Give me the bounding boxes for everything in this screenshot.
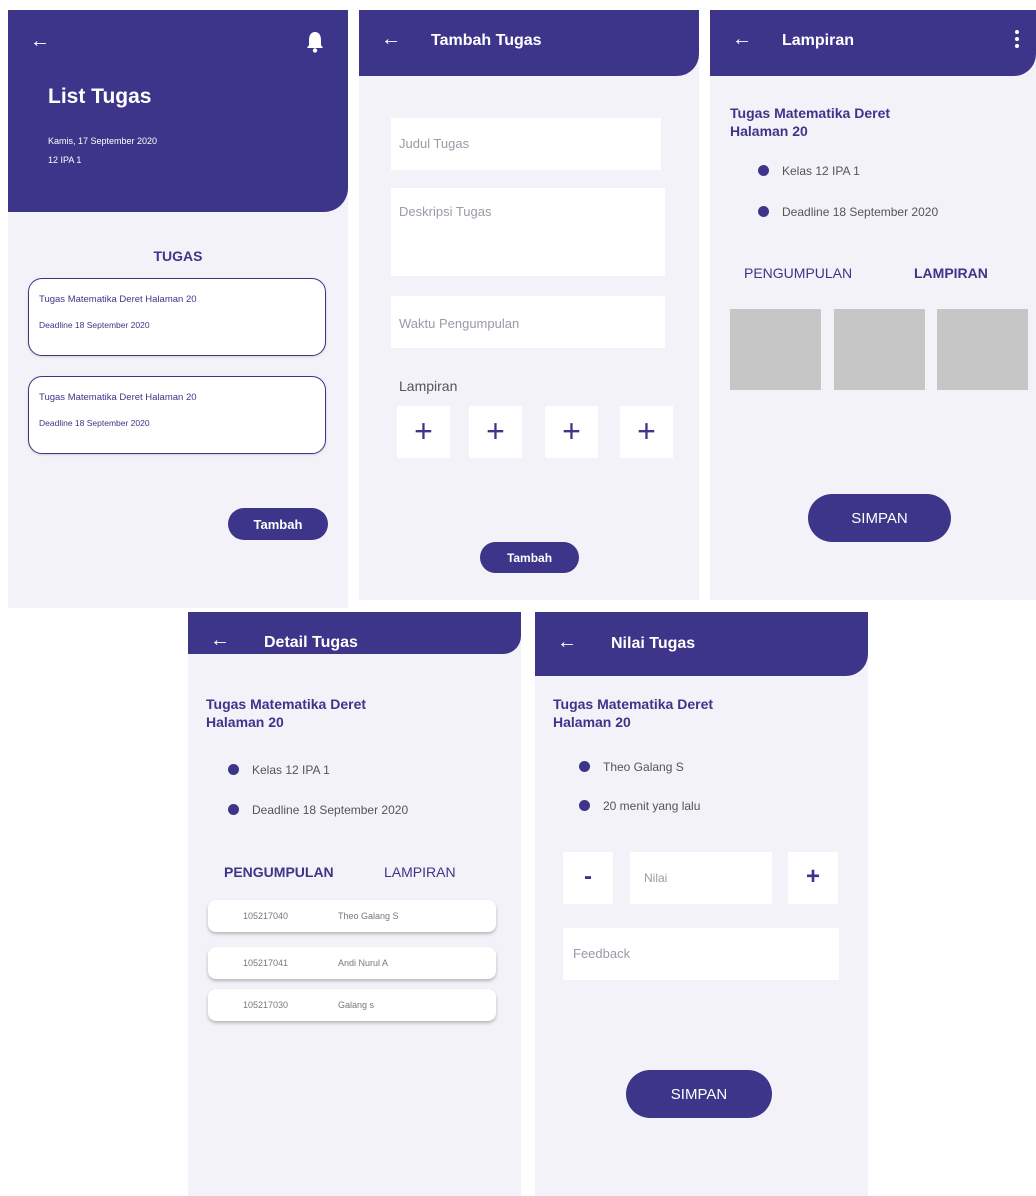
- kelas-item: Kelas 12 IPA 1: [228, 763, 330, 777]
- waktu-pengumpulan-input[interactable]: Waktu Pengumpulan: [391, 296, 665, 348]
- tab-lampiran[interactable]: LAMPIRAN: [384, 864, 456, 880]
- student-name: Galang s: [338, 1000, 375, 1010]
- header: ← Lampiran: [710, 10, 1036, 76]
- section-title: TUGAS: [153, 248, 203, 264]
- deadline-item: Deadline 18 September 2020: [758, 205, 938, 219]
- add-attachment-button[interactable]: +: [469, 406, 522, 458]
- task-title-line: Tugas Matematika Deret: [730, 105, 891, 121]
- date-text: Kamis, 17 September 2020: [48, 136, 158, 146]
- deskripsi-tugas-input[interactable]: Deskripsi Tugas: [391, 188, 665, 276]
- submission-row[interactable]: 105217040 Theo Galang S: [208, 900, 496, 932]
- task-title-line: Tugas Matematika Deret: [206, 696, 367, 712]
- attachment-thumbnail[interactable]: [834, 309, 925, 390]
- task-deadline: Deadline 18 September 2020: [39, 418, 150, 428]
- time-item: 20 menit yang lalu: [579, 799, 700, 813]
- bullet-dot: [758, 165, 769, 176]
- attachment-thumbnail[interactable]: [730, 309, 821, 390]
- arrow-left-icon[interactable]: ←: [732, 29, 752, 49]
- submission-row[interactable]: 105217030 Galang s: [208, 989, 496, 1021]
- lampiran-label: Lampiran: [399, 378, 458, 394]
- arrow-left-icon[interactable]: ←: [381, 29, 401, 49]
- tab-pengumpulan[interactable]: PENGUMPULAN: [224, 864, 334, 880]
- time-text: 20 menit yang lalu: [603, 799, 701, 813]
- page-title: Detail Tugas: [264, 634, 358, 651]
- task-card[interactable]: Tugas Matematika Deret Halaman 20 Deadli…: [28, 376, 326, 454]
- simpan-button[interactable]: SIMPAN: [626, 1070, 772, 1118]
- lampiran-screen: ← Lampiran Tugas Matematika Deret Halama…: [710, 10, 1036, 600]
- deadline-text: Deadline 18 September 2020: [252, 803, 409, 817]
- tambah-tugas-screen: ← Tambah Tugas Judul Tugas Deskripsi Tug…: [359, 10, 699, 600]
- kelas-text: Kelas 12 IPA 1: [782, 164, 860, 178]
- class-text: 12 IPA 1: [48, 155, 82, 165]
- task-title: Tugas Matematika Deret Halaman 20: [39, 294, 197, 305]
- task-title-line: Tugas Matematika Deret: [553, 696, 714, 712]
- task-title-line: Halaman 20: [730, 123, 808, 139]
- add-attachment-button[interactable]: +: [545, 406, 598, 458]
- tambah-button[interactable]: Tambah: [228, 508, 328, 540]
- task-title-line: Halaman 20: [206, 714, 284, 730]
- page-title: Nilai Tugas: [611, 635, 696, 652]
- bullet-dot: [228, 764, 239, 775]
- judul-tugas-input[interactable]: Judul Tugas: [391, 118, 661, 170]
- submission-row[interactable]: 105217041 Andi Nurul A: [208, 947, 496, 979]
- increment-button[interactable]: +: [788, 852, 838, 904]
- attachment-thumbnail[interactable]: [937, 309, 1028, 390]
- list-header: ← List Tugas Kamis, 17 September 2020 12…: [8, 10, 348, 212]
- tab-pengumpulan[interactable]: PENGUMPULAN: [744, 265, 852, 281]
- deadline-item: Deadline 18 September 2020: [228, 803, 408, 817]
- task-deadline: Deadline 18 September 2020: [39, 320, 150, 330]
- student-nim: 105217030: [243, 1000, 289, 1010]
- nilai-input[interactable]: Nilai: [630, 852, 772, 904]
- arrow-left-icon[interactable]: ←: [30, 30, 50, 53]
- student-name: Andi Nurul A: [338, 958, 389, 968]
- task-title: Tugas Matematika Deret Halaman 20: [730, 104, 890, 140]
- student-nim: 105217041: [243, 958, 289, 968]
- bell-icon[interactable]: [304, 30, 326, 54]
- detail-tugas-screen: ← Detail Tugas Tugas Matematika Deret Ha…: [188, 612, 521, 1196]
- bullet-dot: [579, 800, 590, 811]
- add-attachment-button[interactable]: +: [397, 406, 450, 458]
- list-tugas-screen: ← List Tugas Kamis, 17 September 2020 12…: [8, 10, 348, 608]
- task-title-line: Halaman 20: [553, 714, 631, 730]
- feedback-input[interactable]: Feedback: [563, 928, 839, 980]
- task-title: Tugas Matematika Deret Halaman 20: [39, 392, 197, 403]
- header: ← Nilai Tugas: [535, 612, 868, 676]
- tambah-button[interactable]: Tambah: [480, 542, 579, 573]
- student-text: Theo Galang S: [603, 760, 684, 774]
- arrow-left-icon[interactable]: ←: [210, 630, 230, 650]
- page-title: Lampiran: [782, 32, 855, 49]
- student-name: Theo Galang S: [338, 911, 399, 921]
- header: ← Detail Tugas: [188, 612, 521, 654]
- task-card[interactable]: Tugas Matematika Deret Halaman 20 Deadli…: [28, 278, 326, 356]
- header: ← Tambah Tugas: [359, 10, 699, 76]
- simpan-button[interactable]: SIMPAN: [808, 494, 951, 542]
- tab-lampiran[interactable]: LAMPIRAN: [914, 265, 988, 281]
- bullet-dot: [228, 804, 239, 815]
- page-title: List Tugas: [48, 85, 152, 108]
- task-title: Tugas Matematika Deret Halaman 20: [553, 695, 713, 731]
- decrement-button[interactable]: -: [563, 852, 613, 904]
- add-attachment-button[interactable]: +: [620, 406, 673, 458]
- task-title: Tugas Matematika Deret Halaman 20: [206, 695, 366, 731]
- more-vertical-icon[interactable]: [1014, 30, 1020, 52]
- student-item: Theo Galang S: [579, 760, 684, 774]
- kelas-text: Kelas 12 IPA 1: [252, 763, 330, 777]
- arrow-left-icon[interactable]: ←: [557, 632, 577, 652]
- page-title: Tambah Tugas: [431, 32, 542, 49]
- deadline-text: Deadline 18 September 2020: [782, 205, 939, 219]
- nilai-tugas-screen: ← Nilai Tugas Tugas Matematika Deret Hal…: [535, 612, 868, 1196]
- bullet-dot: [579, 761, 590, 772]
- bullet-dot: [758, 206, 769, 217]
- kelas-item: Kelas 12 IPA 1: [758, 164, 860, 178]
- student-nim: 105217040: [243, 911, 289, 921]
